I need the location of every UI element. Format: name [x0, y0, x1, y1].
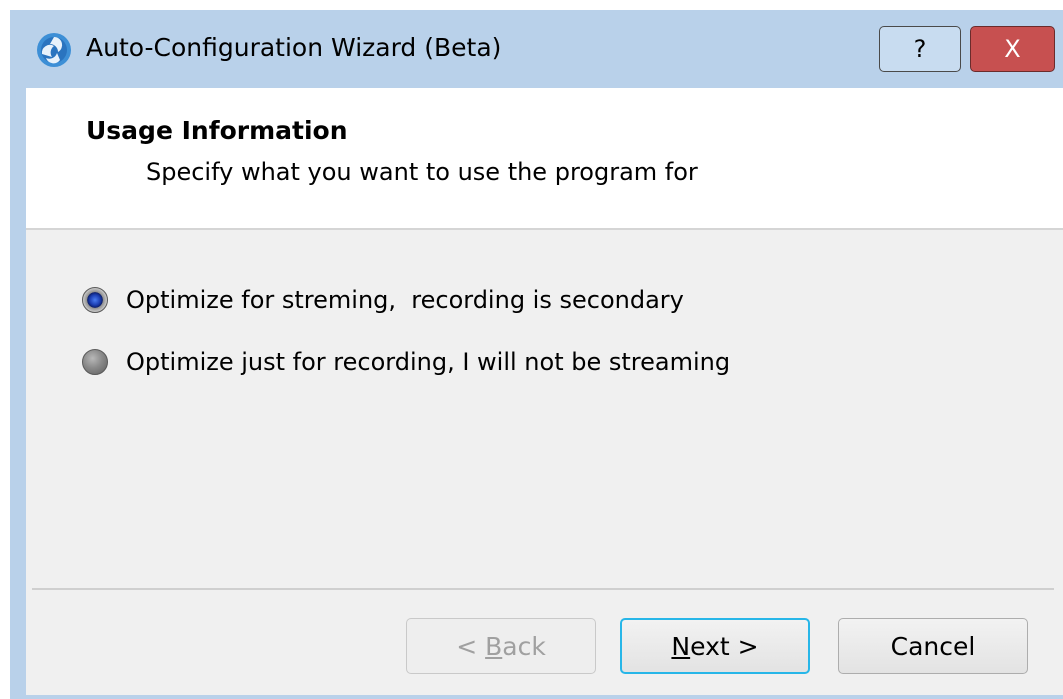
next-button[interactable]: Next >	[620, 618, 810, 674]
back-rest: ack	[502, 631, 546, 661]
back-prefix: <	[456, 631, 486, 661]
obs-logo-icon	[37, 33, 71, 67]
radio-optimize-recording[interactable]: Optimize just for recording, I will not …	[82, 345, 730, 379]
back-mnemonic: B	[485, 631, 503, 661]
close-button[interactable]: X	[970, 26, 1055, 72]
radio-label[interactable]: Optimize just for recording, I will not …	[126, 348, 730, 376]
title-bar[interactable]: Auto-Configuration Wizard (Beta) ? X	[10, 10, 1063, 88]
back-button[interactable]: < Back	[406, 618, 596, 674]
radio-button-unchecked[interactable]	[82, 349, 108, 375]
divider	[32, 588, 1054, 590]
next-rest: ext >	[690, 631, 759, 661]
radio-optimize-streaming[interactable]: Optimize for streming, recording is seco…	[82, 283, 684, 317]
page-subtitle: Specify what you want to use the program…	[146, 158, 698, 186]
radio-label[interactable]: Optimize for streming, recording is seco…	[126, 286, 684, 314]
wizard-window: Auto-Configuration Wizard (Beta) ? X Usa…	[10, 10, 1063, 699]
next-mnemonic: N	[671, 631, 691, 661]
wizard-content: Usage Information Specify what you want …	[26, 88, 1063, 695]
help-button[interactable]: ?	[879, 26, 961, 72]
page-title: Usage Information	[86, 116, 348, 145]
page-header: Usage Information Specify what you want …	[26, 88, 1063, 230]
radio-button-checked[interactable]	[82, 287, 108, 313]
window-title: Auto-Configuration Wizard (Beta)	[86, 33, 502, 62]
cancel-button[interactable]: Cancel	[838, 618, 1028, 674]
